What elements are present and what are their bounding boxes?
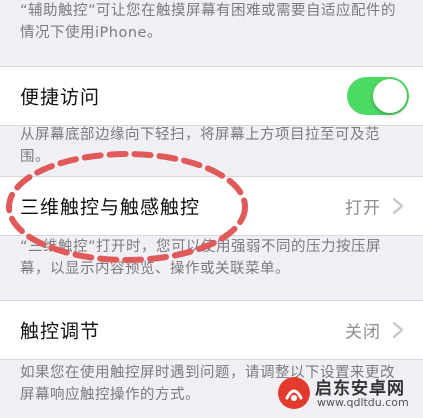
accessibility-shortcut-row[interactable]: 便捷访问 <box>0 66 423 126</box>
watermark-url: www.qdltdu.com <box>317 396 409 409</box>
chevron-right-icon <box>392 197 404 215</box>
3d-touch-label: 三维触控与触感触控 <box>20 196 201 219</box>
3d-touch-value: 打开 <box>345 198 381 219</box>
watermark: 启东安卓网 www.qdltdu.com <box>277 374 417 414</box>
chevron-right-icon <box>392 321 404 339</box>
accessibility-shortcut-label: 便捷访问 <box>20 86 101 109</box>
toggle-knob <box>373 79 407 113</box>
accessibility-shortcut-toggle[interactable] <box>347 77 409 115</box>
top-footnote: “辅助触控”可让您在触摸屏幕有困难或需要自适应配件的情况下使用iPhone。 <box>20 3 397 41</box>
touch-accommodations-label: 触控调节 <box>20 320 101 343</box>
3d-touch-row[interactable]: 三维触控与触感触控 打开 <box>0 176 423 236</box>
watermark-logo-icon <box>278 377 310 409</box>
touch-accommodations-value: 关闭 <box>345 322 381 343</box>
accessibility-shortcut-footnote: 从屏幕底部边缘向下轻扫，将屏幕上方项目拉至可及范围。 <box>20 127 380 165</box>
touch-accommodations-row[interactable]: 触控调节 关闭 <box>0 300 423 360</box>
3d-touch-footnote: “三维触控”打开时，您可以使用强弱不同的压力按压屏幕，以显示内容预览、操作或关联… <box>20 239 382 277</box>
